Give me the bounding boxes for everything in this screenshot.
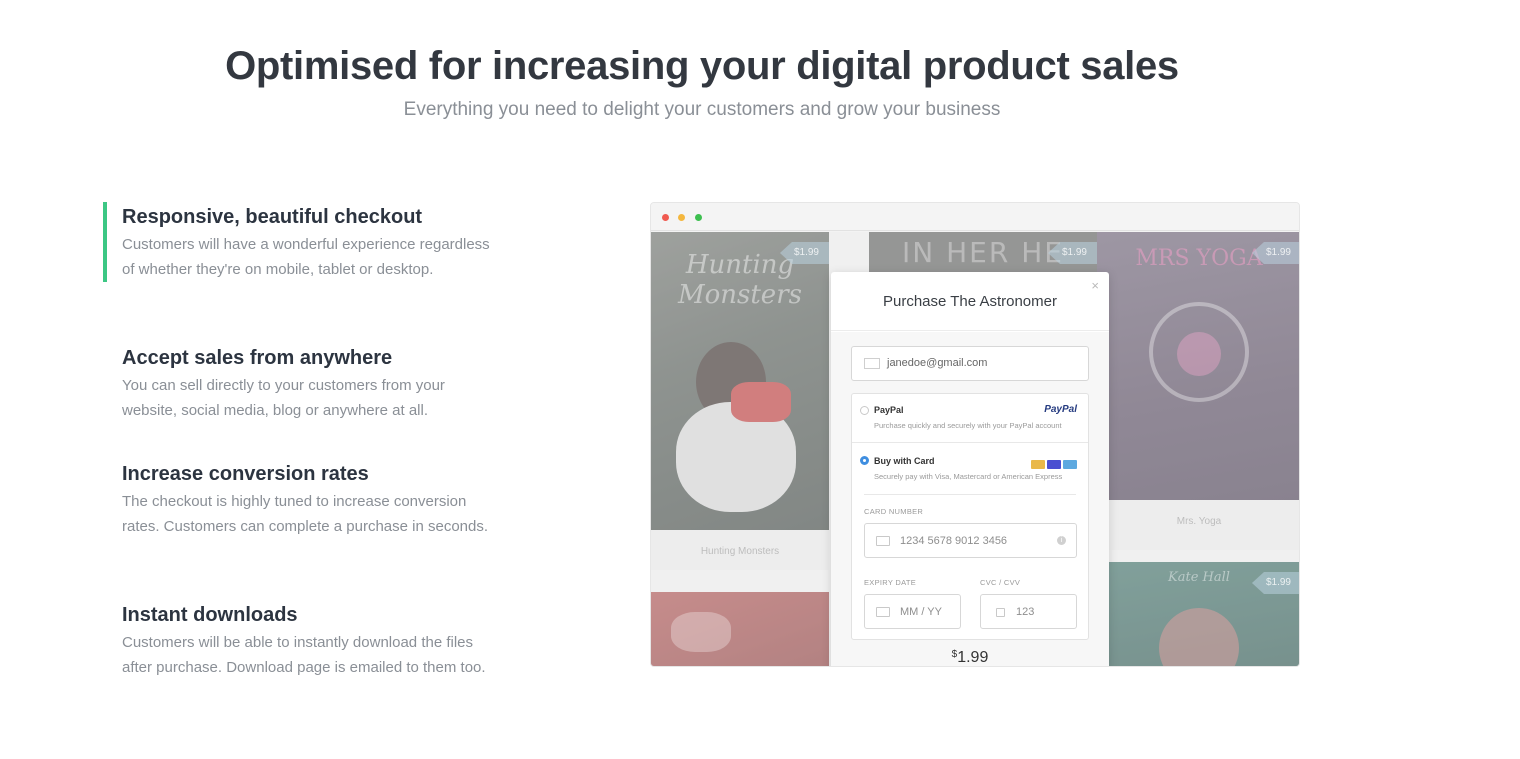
paypal-label: PayPal <box>874 405 904 415</box>
store-preview: Hunting Monsters $1.99 Hunting Monsters … <box>651 232 1299 666</box>
expiry-label: EXPIRY DATE <box>864 578 917 587</box>
envelope-icon <box>864 358 880 369</box>
divider <box>864 494 1076 495</box>
paypal-description: Purchase quickly and securely with your … <box>874 421 1062 430</box>
page-title: Optimised for increasing your digital pr… <box>225 44 1179 88</box>
email-field[interactable]: janedoe@gmail.com <box>851 346 1089 381</box>
close-icon[interactable]: × <box>1091 278 1099 293</box>
feature-title: Increase conversion rates <box>122 463 369 485</box>
feature-text: Customers will be able to instantly down… <box>122 634 486 676</box>
credit-card-icon <box>876 536 890 546</box>
feature-text: You can sell directly to your customers … <box>122 377 445 419</box>
feature-item-conversion[interactable]: Increase conversion rates The checkout i… <box>103 459 497 539</box>
minimize-window-icon <box>678 214 685 221</box>
checkout-body: janedoe@gmail.com PayPal PayPal Purchase… <box>831 332 1109 666</box>
cvc-placeholder: 123 <box>1016 606 1035 618</box>
feature-text: Customers will have a wonderful experien… <box>122 236 490 278</box>
checkout-title: Purchase The Astronomer <box>883 293 1057 310</box>
card-number-field[interactable]: 1234 5678 9012 3456 i <box>864 523 1077 558</box>
payment-methods: PayPal PayPal Purchase quickly and secur… <box>851 393 1089 640</box>
maximize-window-icon <box>695 214 702 221</box>
card-radio[interactable] <box>860 456 869 465</box>
card-number-label: CARD NUMBER <box>864 507 924 516</box>
paypal-radio[interactable] <box>860 406 869 415</box>
email-value: janedoe@gmail.com <box>887 357 988 369</box>
close-window-icon <box>662 214 669 221</box>
feature-title: Instant downloads <box>122 604 298 626</box>
payment-option-card[interactable]: Buy with Card Securely pay with Visa, Ma… <box>852 443 1088 495</box>
card-label: Buy with Card <box>874 456 935 466</box>
feature-item-downloads[interactable]: Instant downloads Customers will be able… <box>103 600 497 680</box>
checkout-price: $1.99 <box>831 649 1109 666</box>
feature-title: Accept sales from anywhere <box>122 347 393 369</box>
payment-option-paypal[interactable]: PayPal PayPal Purchase quickly and secur… <box>852 394 1088 442</box>
amex-card-icon <box>1063 460 1077 469</box>
expiry-placeholder: MM / YY <box>900 606 942 618</box>
card-description: Securely pay with Visa, Mastercard or Am… <box>874 472 1063 481</box>
feature-title: Responsive, beautiful checkout <box>122 206 423 228</box>
mastercard-card-icon <box>1047 460 1061 469</box>
feature-item-checkout[interactable]: Responsive, beautiful checkout Customers… <box>103 202 497 282</box>
price-amount: 1.99 <box>957 649 989 666</box>
lock-icon <box>996 608 1005 617</box>
feature-text: The checkout is highly tuned to increase… <box>122 493 489 535</box>
visa-card-icon <box>1031 460 1045 469</box>
cvc-field[interactable]: 123 <box>980 594 1077 629</box>
cvc-label: CVC / CVV <box>980 578 1021 587</box>
calendar-icon <box>876 607 890 617</box>
card-number-placeholder: 1234 5678 9012 3456 <box>900 535 1008 547</box>
feature-item-sales[interactable]: Accept sales from anywhere You can sell … <box>103 343 497 423</box>
page-subtitle: Everything you need to delight your cust… <box>403 99 1001 120</box>
checkout-header: Purchase The Astronomer × <box>831 272 1109 331</box>
paypal-logo-icon: PayPal <box>1044 404 1077 415</box>
browser-mockup: Hunting Monsters $1.99 Hunting Monsters … <box>650 202 1300 667</box>
info-icon[interactable]: i <box>1057 536 1066 545</box>
browser-title-bar <box>651 203 1299 231</box>
expiry-field[interactable]: MM / YY <box>864 594 961 629</box>
checkout-modal: Purchase The Astronomer × janedoe@gmail.… <box>831 272 1109 666</box>
